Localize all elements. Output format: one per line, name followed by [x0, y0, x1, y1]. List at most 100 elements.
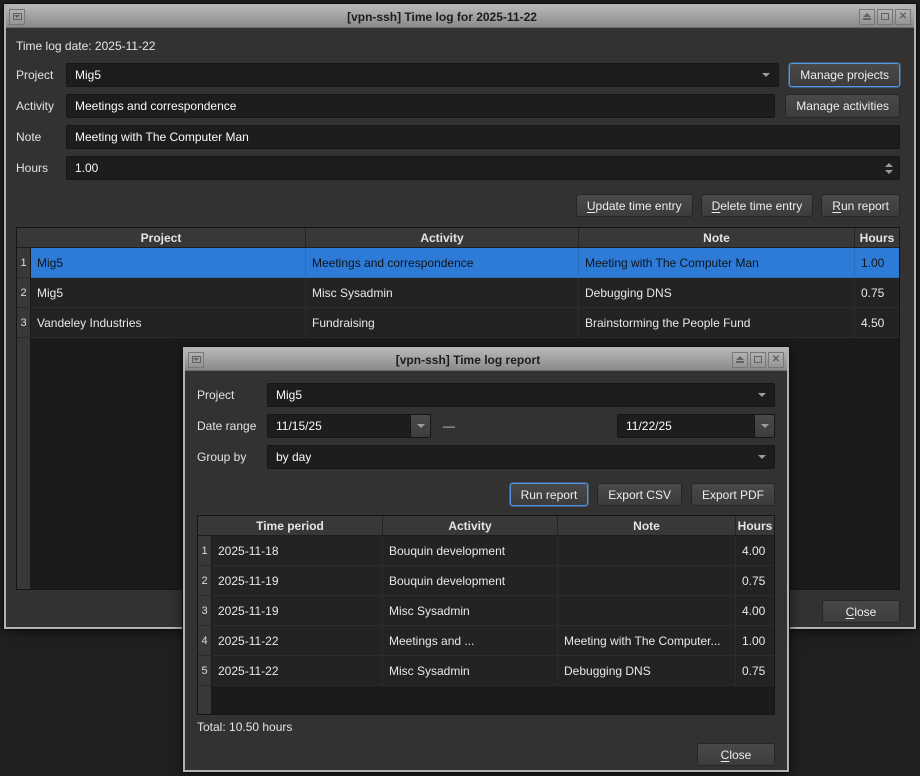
date-from-value: 11/15/25 — [267, 414, 410, 438]
delete-time-entry-button[interactable]: Delete time entry — [701, 194, 814, 217]
cell-activity: Misc Sysadmin — [383, 656, 558, 686]
cell-activity: Misc Sysadmin — [306, 278, 579, 308]
project-label: Project — [197, 388, 267, 402]
manage-activities-button[interactable]: Manage activities — [785, 94, 900, 118]
main-titlebar[interactable]: [vpn-ssh] Time log for 2025-11-22 ✕ — [6, 6, 914, 28]
spin-up-icon[interactable] — [885, 163, 893, 167]
dialog-close-button[interactable]: Close — [697, 743, 775, 766]
row-number-gutter — [198, 686, 212, 714]
column-header-project[interactable]: Project — [17, 228, 306, 248]
project-label: Project — [16, 68, 66, 82]
project-value: Mig5 — [75, 68, 101, 82]
spinner-buttons — [882, 157, 896, 179]
report-content: Project Mig5 Date range 11/15/25 — 11/22… — [185, 371, 787, 766]
report-row[interactable]: 3 2025-11-19 Misc Sysadmin 4.00 — [198, 596, 774, 626]
note-label: Note — [16, 130, 66, 144]
shade-icon — [736, 356, 744, 363]
maximize-button[interactable] — [877, 9, 893, 25]
date-from-dropdown-button[interactable] — [410, 414, 431, 438]
table-header: Project Activity Note Hours — [17, 228, 899, 248]
column-header-note[interactable]: Note — [579, 228, 855, 248]
cell-activity: Meetings and ... — [383, 626, 558, 656]
report-close-row: Close — [197, 743, 775, 766]
column-header-activity[interactable]: Activity — [306, 228, 579, 248]
chevron-down-icon — [762, 73, 770, 77]
cell-hours: 4.00 — [736, 536, 774, 566]
report-project-select[interactable]: Mig5 — [267, 383, 775, 407]
shade-button[interactable] — [732, 352, 748, 368]
manage-projects-button[interactable]: Manage projects — [789, 63, 900, 87]
date-to-picker[interactable]: 11/22/25 — [617, 414, 775, 438]
row-number: 1 — [198, 536, 212, 566]
report-row[interactable]: 5 2025-11-22 Misc Sysadmin Debugging DNS… — [198, 656, 774, 686]
cell-note: Meeting with The Computer... — [558, 626, 736, 656]
column-header-hours[interactable]: Hours — [736, 516, 774, 536]
column-header-time-period[interactable]: Time period — [198, 516, 383, 536]
window-menu-icon — [192, 356, 201, 363]
shade-button[interactable] — [859, 9, 875, 25]
report-titlebar[interactable]: [vpn-ssh] Time log report ✕ — [185, 349, 787, 371]
export-pdf-button[interactable]: Export PDF — [691, 483, 775, 506]
cell-note — [558, 536, 736, 566]
table-empty-area — [198, 686, 774, 714]
update-time-entry-button[interactable]: Update time entry — [576, 194, 693, 217]
close-window-button[interactable]: ✕ — [895, 9, 911, 25]
main-actions: Update time entry Delete time entry Run … — [16, 194, 900, 217]
table-row[interactable]: 3 Vandeley Industries Fundraising Brains… — [17, 308, 899, 338]
table-body-empty — [212, 686, 774, 714]
cell-hours: 4.50 — [855, 308, 899, 338]
report-window-title: [vpn-ssh] Time log report — [207, 353, 729, 367]
hours-spinner[interactable]: 1.00 — [66, 156, 900, 180]
date-to-value: 11/22/25 — [617, 414, 754, 438]
cell-period: 2025-11-19 — [212, 596, 383, 626]
window-menu-button[interactable] — [188, 352, 204, 368]
table-row[interactable]: 1 Mig5 Meetings and correspondence Meeti… — [17, 248, 899, 278]
date-to-dropdown-button[interactable] — [754, 414, 775, 438]
cell-note — [558, 566, 736, 596]
report-project-row: Project Mig5 — [197, 383, 775, 407]
hours-row: Hours 1.00 — [16, 156, 900, 180]
report-row[interactable]: 2 2025-11-19 Bouquin development 0.75 — [198, 566, 774, 596]
date-range-row: Date range 11/15/25 — 11/22/25 — [197, 414, 775, 438]
column-header-activity[interactable]: Activity — [383, 516, 558, 536]
cell-project: Vandeley Industries — [31, 308, 306, 338]
report-project-value: Mig5 — [276, 388, 302, 402]
export-csv-button[interactable]: Export CSV — [597, 483, 682, 506]
project-select[interactable]: Mig5 — [66, 63, 779, 87]
spin-down-icon[interactable] — [885, 170, 893, 174]
close-window-button[interactable]: ✕ — [768, 352, 784, 368]
report-row[interactable]: 1 2025-11-18 Bouquin development 4.00 — [198, 536, 774, 566]
project-row: Project Mig5 Manage projects — [16, 63, 900, 87]
cell-hours: 0.75 — [736, 656, 774, 686]
cell-activity: Bouquin development — [383, 566, 558, 596]
hours-label: Hours — [16, 161, 66, 175]
cell-note: Debugging DNS — [558, 656, 736, 686]
cell-period: 2025-11-18 — [212, 536, 383, 566]
window-menu-button[interactable] — [9, 9, 25, 25]
cell-period: 2025-11-22 — [212, 626, 383, 656]
note-input[interactable]: Meeting with The Computer Man — [66, 125, 900, 149]
cell-activity: Fundraising — [306, 308, 579, 338]
column-header-hours[interactable]: Hours — [855, 228, 899, 248]
maximize-button[interactable] — [750, 352, 766, 368]
cell-period: 2025-11-19 — [212, 566, 383, 596]
group-by-select[interactable]: by day — [267, 445, 775, 469]
note-value: Meeting with The Computer Man — [75, 130, 249, 144]
note-row: Note Meeting with The Computer Man — [16, 125, 900, 149]
activity-label: Activity — [16, 99, 66, 113]
row-number: 2 — [17, 278, 31, 308]
run-report-button[interactable]: Run report — [821, 194, 900, 217]
cell-note: Brainstorming the People Fund — [579, 308, 855, 338]
total-hours-label: Total: 10.50 hours — [197, 721, 775, 734]
activity-input[interactable]: Meetings and correspondence — [66, 94, 775, 118]
date-from-picker[interactable]: 11/15/25 — [267, 414, 431, 438]
report-actions: Run report Export CSV Export PDF — [197, 483, 775, 506]
cell-hours: 0.75 — [855, 278, 899, 308]
dialog-run-report-button[interactable]: Run report — [510, 483, 589, 506]
column-header-note[interactable]: Note — [558, 516, 736, 536]
table-row[interactable]: 2 Mig5 Misc Sysadmin Debugging DNS 0.75 — [17, 278, 899, 308]
report-row[interactable]: 4 2025-11-22 Meetings and ... Meeting wi… — [198, 626, 774, 656]
close-icon: ✕ — [772, 355, 780, 365]
close-button[interactable]: Close — [822, 600, 900, 623]
chevron-down-icon — [758, 455, 766, 459]
